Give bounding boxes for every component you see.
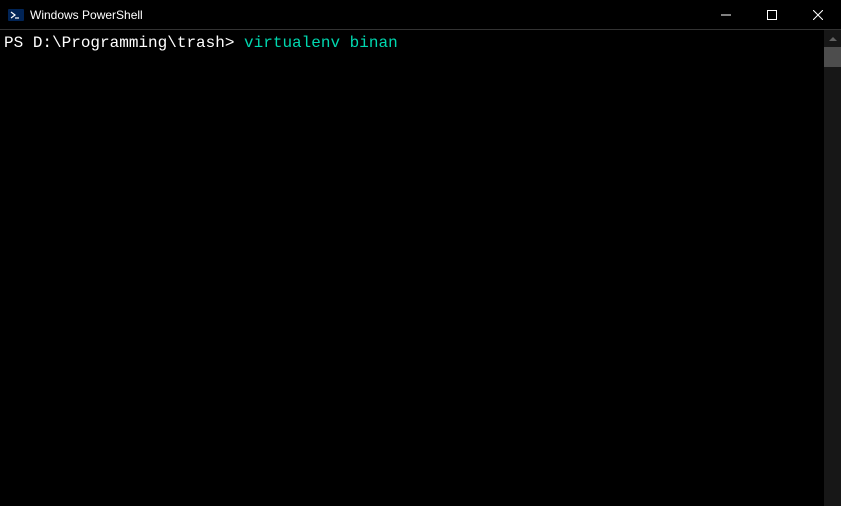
powershell-icon bbox=[8, 7, 24, 23]
prompt-prefix: PS bbox=[4, 34, 33, 52]
scrollbar-up-arrow-icon[interactable] bbox=[824, 30, 841, 47]
minimize-button[interactable] bbox=[703, 0, 749, 30]
command-argument: binan bbox=[340, 34, 398, 52]
window-titlebar: Windows PowerShell bbox=[0, 0, 841, 30]
prompt-path: D:\Programming\trash bbox=[33, 34, 225, 52]
maximize-button[interactable] bbox=[749, 0, 795, 30]
close-button[interactable] bbox=[795, 0, 841, 30]
titlebar-left: Windows PowerShell bbox=[0, 7, 143, 23]
command-executable: virtualenv bbox=[244, 34, 340, 52]
terminal-area[interactable]: PS D:\Programming\trash> virtualenv bina… bbox=[0, 30, 824, 506]
prompt-caret: > bbox=[225, 34, 244, 52]
window-title: Windows PowerShell bbox=[30, 8, 143, 22]
vertical-scrollbar[interactable] bbox=[824, 30, 841, 506]
scrollbar-thumb[interactable] bbox=[824, 47, 841, 67]
prompt-line: PS D:\Programming\trash> virtualenv bina… bbox=[4, 32, 820, 54]
terminal-container: PS D:\Programming\trash> virtualenv bina… bbox=[0, 30, 841, 506]
window-controls bbox=[703, 0, 841, 29]
